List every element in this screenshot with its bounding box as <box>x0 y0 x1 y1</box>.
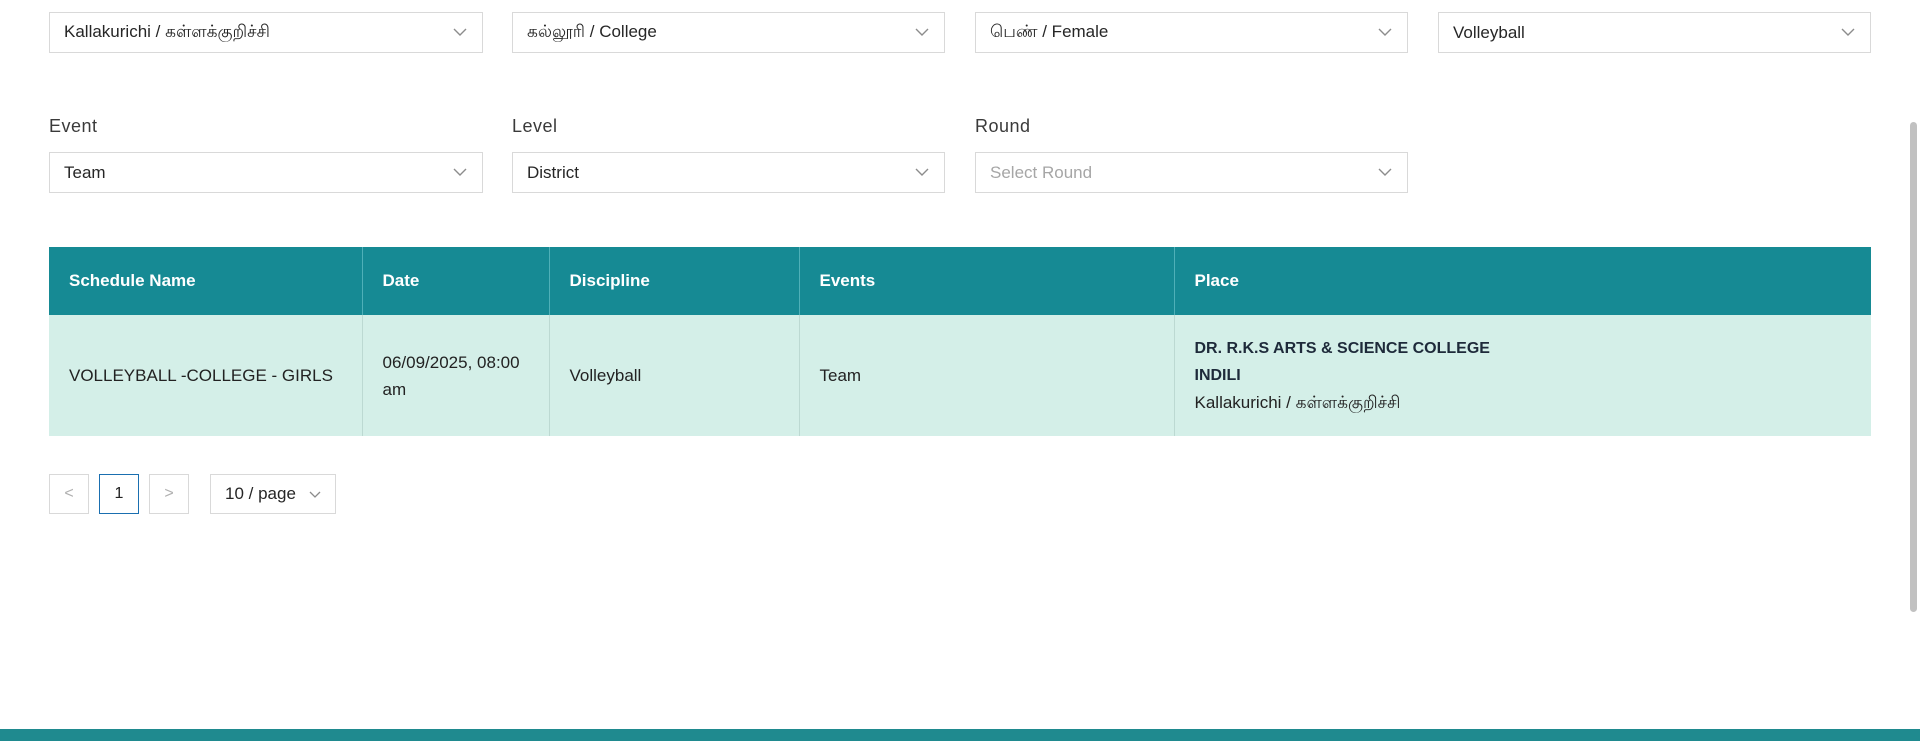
page-number: 1 <box>114 485 124 502</box>
round-select[interactable]: Select Round <box>975 152 1408 193</box>
next-page-button[interactable]: > <box>149 474 189 514</box>
chevron-right-icon: > <box>164 485 174 502</box>
table-row[interactable]: VOLLEYBALL -COLLEGE - GIRLS 06/09/2025, … <box>49 315 1871 436</box>
district-select-value: Kallakurichi / கள்ளக்குறிச்சி <box>64 21 270 41</box>
table-header-row: Schedule Name Date Discipline Events Pla… <box>49 247 1871 315</box>
category-select[interactable]: கல்லூரி / College <box>512 12 945 53</box>
level-select[interactable]: District <box>512 152 945 193</box>
place-college-name: DR. R.K.S ARTS & SCIENCE COLLEGE <box>1194 340 1490 357</box>
page-size-select[interactable]: 10 / page <box>210 474 336 514</box>
chevron-down-icon <box>1840 25 1856 41</box>
header-discipline[interactable]: Discipline <box>549 247 800 315</box>
chevron-down-icon <box>1377 25 1393 41</box>
page-size-value: 10 / page <box>225 484 296 503</box>
cell-schedule-name: VOLLEYBALL -COLLEGE - GIRLS <box>49 315 363 436</box>
chevron-down-icon <box>914 165 930 181</box>
level-label: Level <box>512 116 558 136</box>
header-date[interactable]: Date <box>362 247 550 315</box>
cell-place: DR. R.K.S ARTS & SCIENCE COLLEGE INDILI … <box>1174 315 1871 436</box>
scrollbar-thumb[interactable] <box>1910 122 1917 612</box>
gender-select[interactable]: பெண் / Female <box>975 12 1408 53</box>
event-label: Event <box>49 116 98 136</box>
chevron-down-icon <box>1377 165 1393 181</box>
event-select[interactable]: Team <box>49 152 483 193</box>
cell-date-line1: 06/09/2025, 08:00 <box>382 352 520 372</box>
cell-date: 06/09/2025, 08:00 am <box>362 315 550 436</box>
level-select-value: District <box>527 162 579 182</box>
chevron-down-icon <box>914 25 930 41</box>
chevron-down-icon <box>452 25 468 41</box>
round-label: Round <box>975 116 1031 136</box>
chevron-down-icon <box>309 484 321 504</box>
chevron-down-icon <box>452 165 468 181</box>
discipline-select[interactable]: Volleyball <box>1438 12 1871 53</box>
gender-select-value: பெண் / Female <box>990 21 1109 41</box>
cell-date-line2: am <box>382 379 407 399</box>
page: Kallakurichi / கள்ளக்குறிச்சி கல்லூரி / … <box>0 0 1920 741</box>
schedule-table: Schedule Name Date Discipline Events Pla… <box>49 247 1871 436</box>
round-select-placeholder: Select Round <box>990 162 1093 182</box>
header-schedule-name[interactable]: Schedule Name <box>49 247 363 315</box>
event-select-value: Team <box>64 162 106 182</box>
footer-bar <box>0 729 1920 741</box>
header-events[interactable]: Events <box>799 247 1175 315</box>
district-select[interactable]: Kallakurichi / கள்ளக்குறிச்சி <box>49 12 483 53</box>
place-town: INDILI <box>1194 367 1241 384</box>
cell-events: Team <box>799 315 1175 436</box>
header-place[interactable]: Place <box>1174 247 1871 315</box>
category-select-value: கல்லூரி / College <box>527 21 657 41</box>
cell-discipline: Volleyball <box>549 315 800 436</box>
discipline-select-value: Volleyball <box>1453 22 1525 42</box>
place-district: Kallakurichi / கள்ளக்குறிச்சி <box>1194 393 1401 412</box>
page-1-button[interactable]: 1 <box>99 474 139 514</box>
prev-page-button[interactable]: < <box>49 474 89 514</box>
chevron-left-icon: < <box>64 485 74 502</box>
